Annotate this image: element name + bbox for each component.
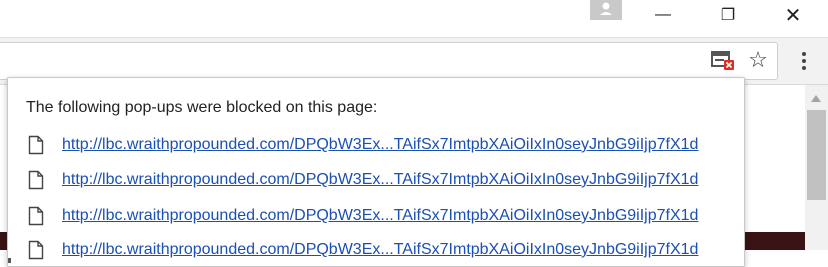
list-item[interactable]: http://lbc.wraithpropounded.com/DPQbW3Ex…: [28, 168, 698, 192]
minimize-button[interactable]: —: [640, 0, 686, 30]
list-item[interactable]: http://lbc.wraithpropounded.com/DPQbW3Ex…: [28, 238, 698, 262]
popup-blocked-bubble: The following pop-ups were blocked on th…: [7, 77, 745, 267]
blocked-popup-link[interactable]: http://lbc.wraithpropounded.com/DPQbW3Ex…: [62, 171, 698, 189]
file-icon: [28, 206, 44, 226]
blocked-popup-link[interactable]: http://lbc.wraithpropounded.com/DPQbW3Ex…: [62, 241, 698, 259]
list-item[interactable]: http://lbc.wraithpropounded.com/DPQbW3Ex…: [28, 133, 698, 157]
page-edge-mark: [8, 258, 11, 263]
blocked-popup-link[interactable]: http://lbc.wraithpropounded.com/DPQbW3Ex…: [62, 136, 698, 154]
popup-blocked-icon[interactable]: [710, 49, 736, 71]
file-icon: [28, 170, 44, 190]
maximize-icon: ❐: [720, 7, 736, 24]
bubble-title: The following pop-ups were blocked on th…: [26, 99, 378, 116]
title-bar: — ❐ ✕: [0, 0, 828, 38]
bookmark-star-glyph: ☆: [748, 47, 768, 72]
profile-avatar-icon[interactable]: [590, 0, 622, 20]
browser-menu-icon[interactable]: [790, 46, 818, 76]
maximize-button[interactable]: ❐: [705, 0, 751, 30]
address-bar[interactable]: [0, 42, 778, 80]
list-item[interactable]: http://lbc.wraithpropounded.com/DPQbW3Ex…: [28, 204, 698, 228]
scroll-up-arrow-icon[interactable]: [811, 95, 821, 102]
scrollbar-thumb[interactable]: [807, 110, 826, 200]
blocked-popup-link[interactable]: http://lbc.wraithpropounded.com/DPQbW3Ex…: [62, 207, 698, 225]
vertical-scrollbar[interactable]: [805, 85, 828, 250]
close-icon: ✕: [784, 4, 802, 27]
file-icon: [28, 240, 44, 260]
file-icon: [28, 135, 44, 155]
close-button[interactable]: ✕: [770, 0, 816, 30]
minimize-icon: —: [655, 6, 671, 23]
bookmark-star-icon[interactable]: ☆: [744, 46, 772, 74]
